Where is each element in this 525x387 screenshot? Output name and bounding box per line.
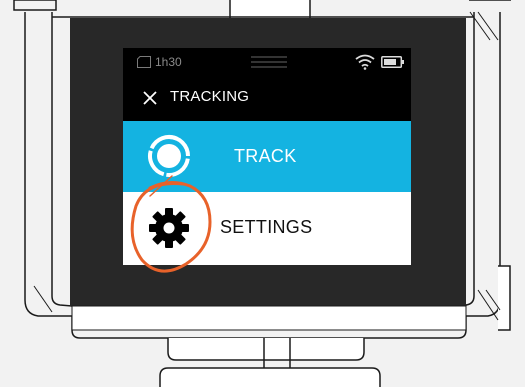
close-icon[interactable] [141,89,159,107]
menu-item-track[interactable]: TRACK [123,121,411,192]
wifi-icon [355,54,375,70]
device-screen: 1h30 TRACKING TRACK SETTINGS [123,48,411,265]
gear-icon [149,208,189,248]
recording-time: 1h30 [155,55,182,69]
screen-title: TRACKING [170,88,250,105]
illustration-stage: 1h30 TRACKING TRACK SETTINGS [0,0,525,387]
status-bar: 1h30 [123,48,411,76]
menu-item-settings[interactable]: SETTINGS [123,192,411,265]
screen-header: TRACKING [123,84,411,114]
track-target-icon [148,135,190,177]
menu-lines-icon [251,56,287,68]
settings-label: SETTINGS [220,217,313,237]
sd-card-icon [137,56,151,68]
battery-icon [381,56,404,68]
track-label: TRACK [234,146,297,166]
